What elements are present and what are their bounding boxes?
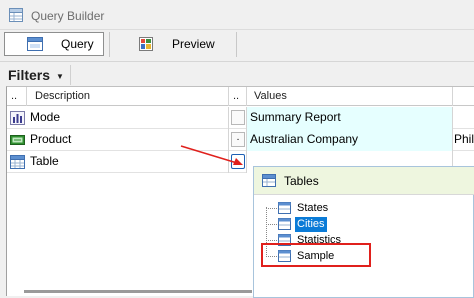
row-ellipsis-cell xyxy=(229,107,247,129)
tables-popup-header: Tables xyxy=(254,167,474,195)
tree-item-label: Cities xyxy=(295,216,327,232)
window-title: Query Builder xyxy=(31,9,105,23)
row-description-label: Mode xyxy=(30,110,61,124)
horizontal-scrollbar[interactable] xyxy=(24,290,252,293)
table-row[interactable]: Product . Australian Company Philip xyxy=(7,129,474,151)
row-description: Product xyxy=(7,129,229,151)
title-bar: Query Builder xyxy=(0,0,474,30)
row-ellipsis-cell: . xyxy=(229,151,247,173)
grid-header: .. Description .. Values xyxy=(7,87,474,106)
filters-bar: Filters ▼ xyxy=(0,61,474,86)
table-icon xyxy=(10,155,25,169)
tree-connector xyxy=(266,208,277,209)
row-value[interactable]: Summary Report xyxy=(247,107,453,129)
row-ellipsis-cell: . xyxy=(229,129,247,151)
row-description: Table xyxy=(7,151,229,173)
table-icon xyxy=(278,218,291,230)
row-description: Mode xyxy=(7,107,229,129)
tree-item-cities[interactable]: Cities xyxy=(278,216,327,232)
query-tab-label: Query xyxy=(61,37,94,51)
toolbar-separator xyxy=(109,32,110,57)
toolbar: Query Preview xyxy=(0,30,474,60)
query-builder-icon xyxy=(9,8,23,22)
row-description-label: Product xyxy=(30,132,72,146)
header-dot: .. xyxy=(229,87,247,106)
tree-item-label: States xyxy=(297,201,329,214)
table-icon xyxy=(262,174,276,187)
table-ellipsis-button[interactable]: . xyxy=(231,154,245,169)
row-extra-value: Philip xyxy=(454,132,474,146)
preview-tab-label: Preview xyxy=(172,37,215,51)
row-ellipsis-button[interactable] xyxy=(231,110,245,125)
table-icon xyxy=(278,202,291,214)
header-values[interactable]: Values xyxy=(247,87,453,106)
row-value[interactable]: Australian Company xyxy=(247,129,453,151)
caret-down-icon: ▼ xyxy=(56,71,64,81)
preview-tab-button[interactable]: Preview xyxy=(136,32,236,56)
tables-popup-title: Tables xyxy=(284,174,319,188)
tree-item-states[interactable]: States xyxy=(278,200,330,216)
row-extra-value xyxy=(453,107,474,129)
row-description-label: Table xyxy=(30,154,59,168)
header-description[interactable]: Description xyxy=(27,87,229,106)
bar-chart-icon xyxy=(10,111,25,125)
table-row[interactable]: Mode Summary Report xyxy=(7,107,474,129)
tree-connector xyxy=(266,240,277,241)
annotation-highlight-box xyxy=(261,243,371,267)
grid-icon xyxy=(27,37,43,51)
tree-connector xyxy=(266,224,277,225)
product-icon xyxy=(10,135,25,145)
row-ellipsis-button[interactable]: . xyxy=(231,132,245,147)
query-builder-window: Query Builder Query Preview Filters ▼ ..… xyxy=(0,0,474,298)
header-marker: .. xyxy=(7,87,27,106)
filters-dropdown-button[interactable]: Filters ▼ xyxy=(8,65,71,85)
preview-icon xyxy=(139,37,153,51)
query-tab-button[interactable]: Query xyxy=(4,32,104,56)
tables-popup: Tables States Cities Statistics Sample xyxy=(253,166,474,298)
toolbar-separator xyxy=(236,32,237,57)
filters-label: Filters xyxy=(8,67,51,83)
